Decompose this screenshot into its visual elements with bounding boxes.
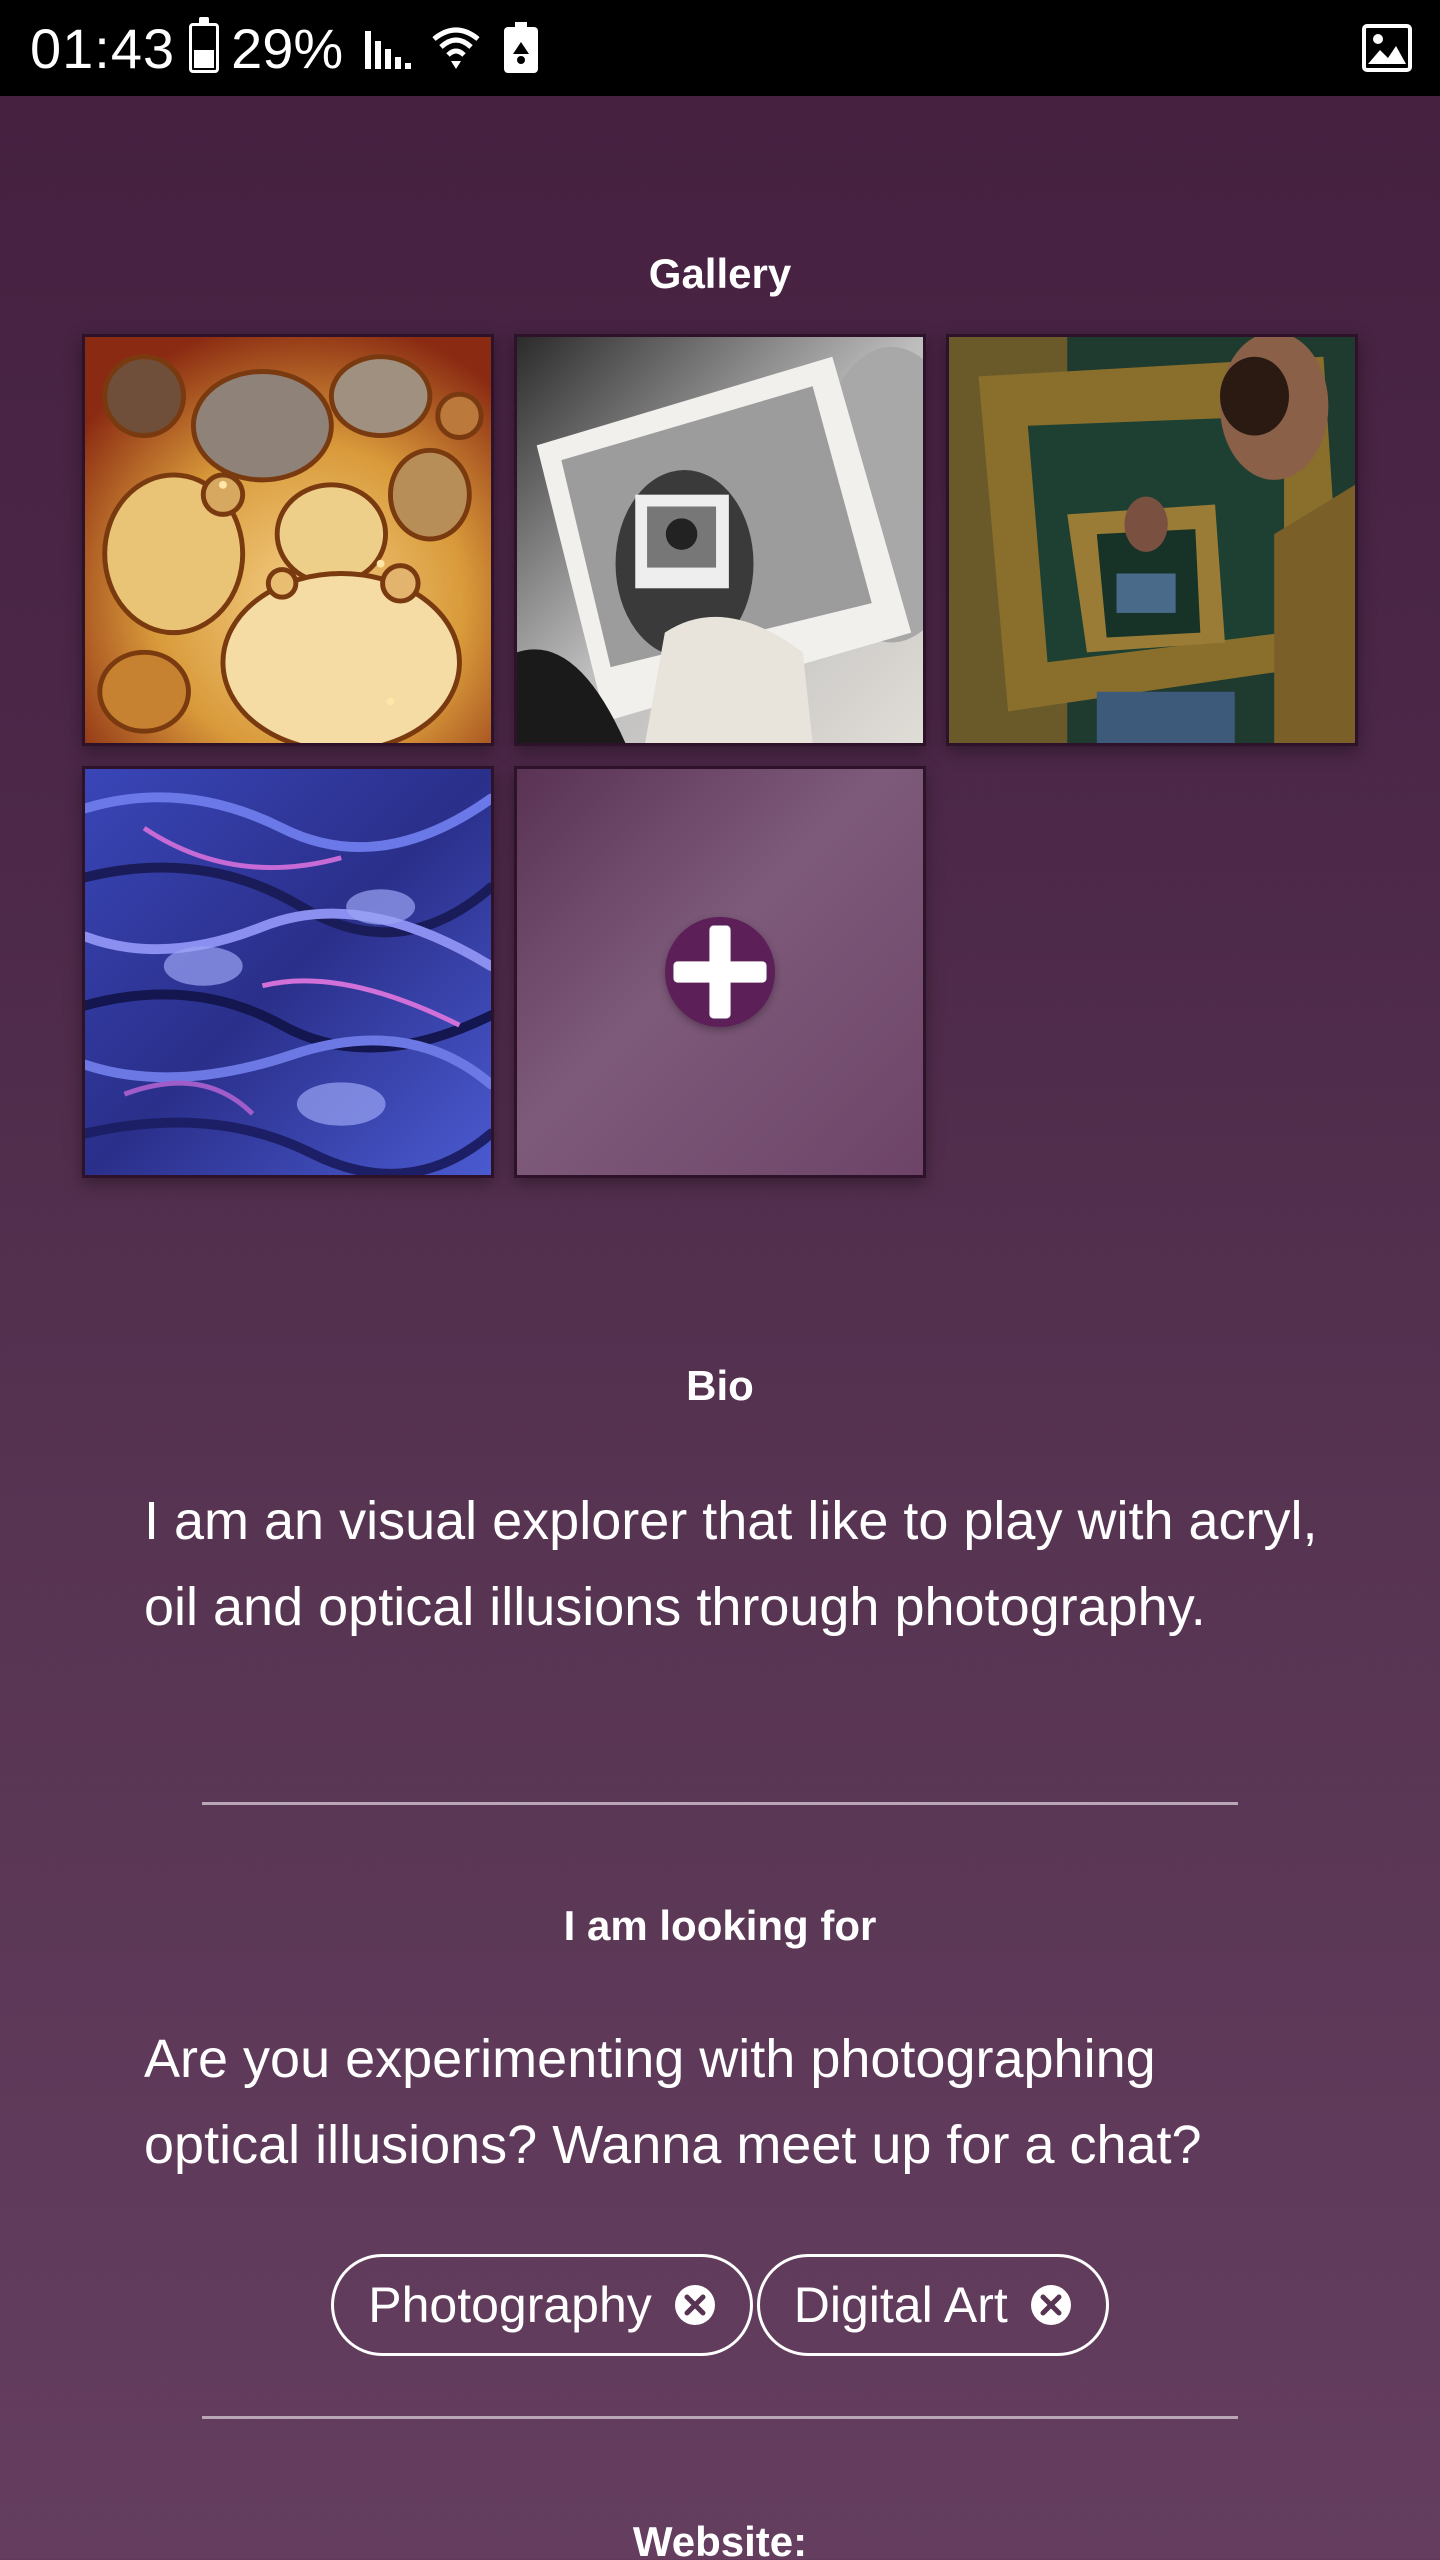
recycle-battery-icon xyxy=(504,22,539,73)
battery-icon xyxy=(189,17,220,73)
gallery-image-blue-paint[interactable] xyxy=(82,766,494,1178)
divider xyxy=(202,1802,1238,1805)
status-battery-percent: 29% xyxy=(231,16,344,80)
add-photo-button[interactable] xyxy=(665,917,775,1027)
status-time: 01:43 xyxy=(30,16,176,80)
bio-text: I am an visual explorer that like to pla… xyxy=(144,1491,1318,1637)
bio-title: Bio xyxy=(686,1362,754,1409)
tag-chips: Photography Digital Art xyxy=(0,2254,1440,2356)
wifi-icon xyxy=(432,27,480,69)
looking-for-text: Are you experimenting with photographing… xyxy=(144,2029,1202,2175)
gallery-image-oil-bubbles[interactable] xyxy=(82,334,494,746)
signal-icon xyxy=(365,31,412,69)
tag-label: Photography xyxy=(368,2277,652,2333)
image-icon xyxy=(1362,24,1412,72)
tag-label: Digital Art xyxy=(793,2277,1008,2333)
add-photo-tile[interactable] xyxy=(514,766,926,1178)
tag-chip-digital-art[interactable]: Digital Art xyxy=(756,2254,1109,2356)
looking-for-title: I am looking for xyxy=(563,1902,877,1949)
status-bar: 01:43 29% xyxy=(0,0,1440,96)
remove-tag-icon[interactable] xyxy=(674,2284,716,2326)
tag-chip-photography[interactable]: Photography xyxy=(331,2254,753,2356)
gallery-grid xyxy=(82,334,1360,1194)
gallery-title: Gallery xyxy=(648,250,792,297)
remove-tag-icon[interactable] xyxy=(1030,2284,1072,2326)
divider xyxy=(202,2416,1238,2419)
gallery-image-polaroid[interactable] xyxy=(514,334,926,746)
plus-icon xyxy=(673,925,767,1019)
website-title: Website: xyxy=(632,2518,808,2560)
gallery-image-frames[interactable] xyxy=(946,334,1358,746)
